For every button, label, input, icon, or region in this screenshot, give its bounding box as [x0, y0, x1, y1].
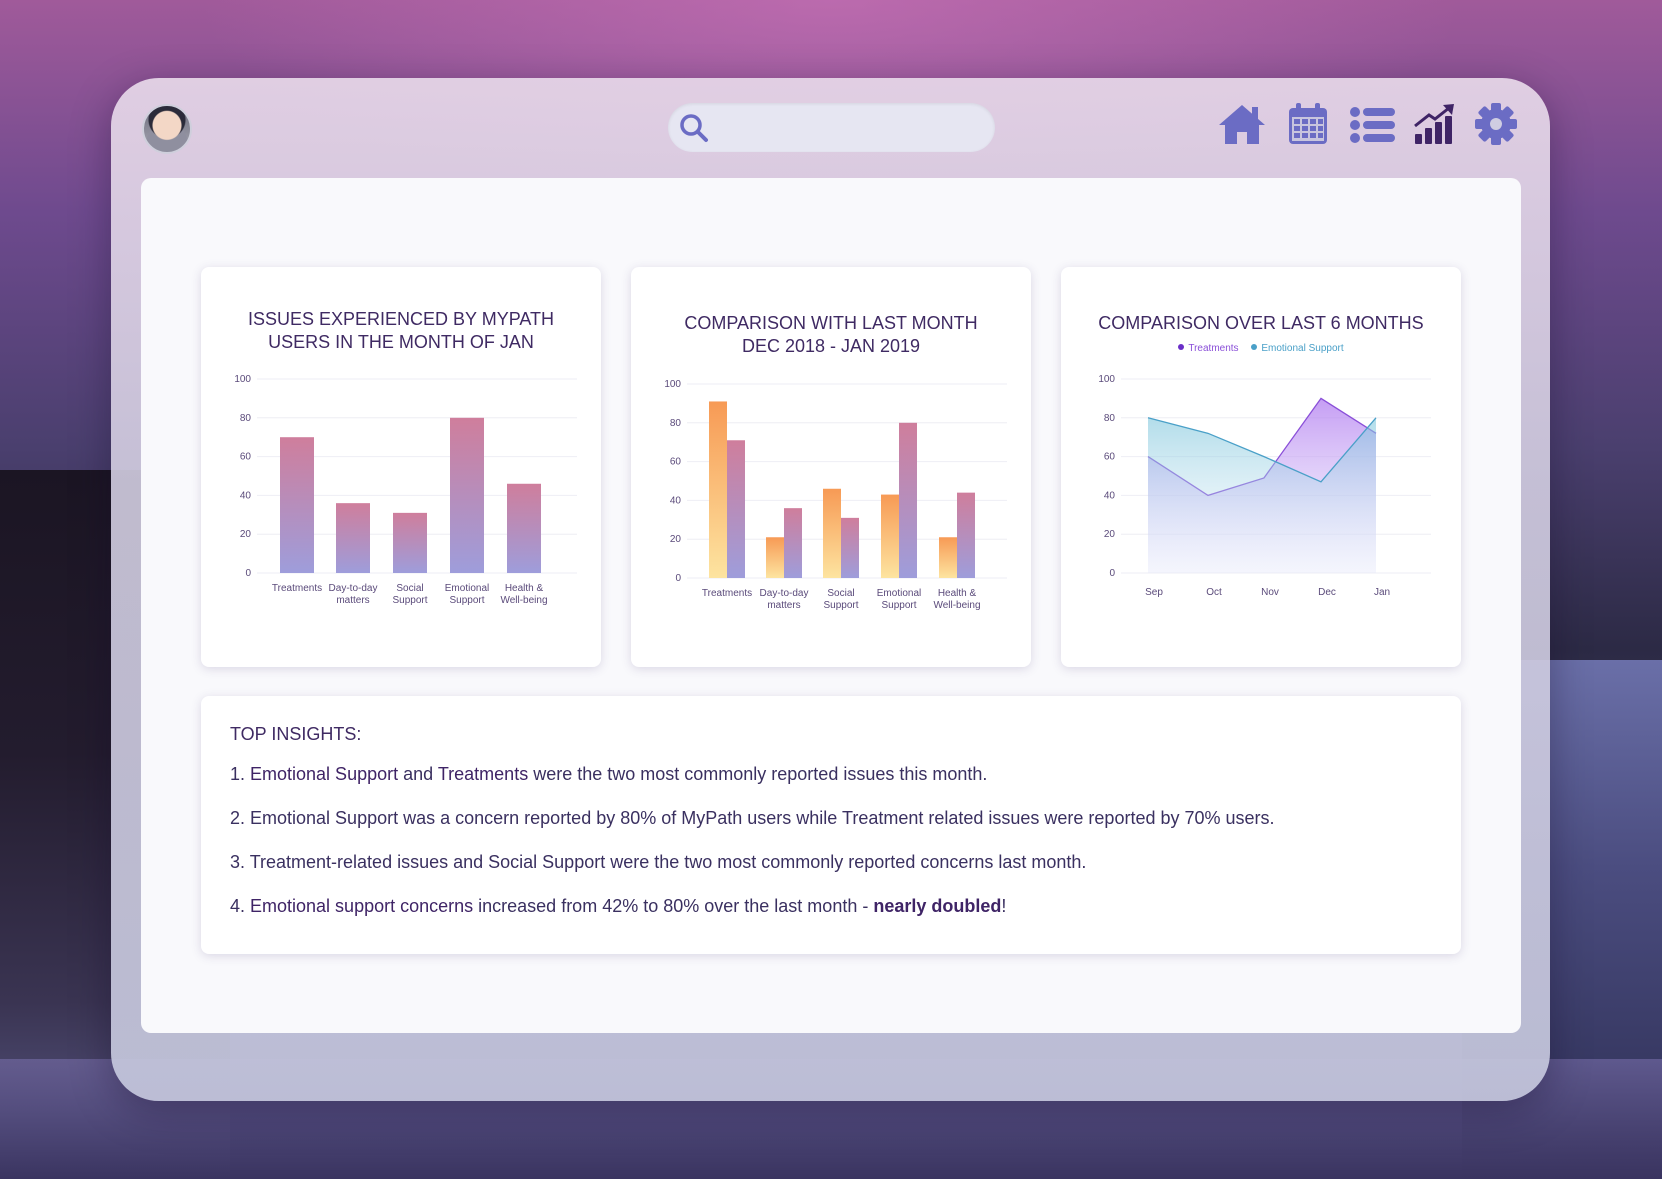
x-tick-label: Health & Well-being	[500, 583, 547, 606]
insight-item: 2. Emotional Support was a concern repor…	[230, 808, 1275, 828]
bar	[507, 483, 541, 573]
insight-text: were the two most commonly reported issu…	[528, 764, 988, 784]
chart-card-comparison-month: COMPARISON WITH LAST MONTH DEC 2018 - JA…	[631, 267, 1031, 667]
bar	[336, 503, 370, 573]
x-tick-label: Social Support	[392, 583, 427, 606]
chart-card-issues: ISSUES EXPERIENCED BY MYPATH USERS IN TH…	[201, 267, 601, 667]
x-tick-label: Nov	[1261, 587, 1279, 598]
bar	[709, 401, 727, 578]
y-tick-label: 40	[1104, 490, 1116, 501]
insight-highlight: Emotional support concerns	[250, 896, 474, 916]
y-tick-label: 20	[240, 529, 252, 540]
calendar-icon	[1289, 103, 1327, 144]
x-tick-label: Day-to-day matters	[329, 583, 378, 606]
nav-settings[interactable]	[1474, 102, 1518, 146]
bar	[450, 417, 484, 573]
nav-calendar[interactable]	[1287, 102, 1329, 146]
y-tick-label: 100	[664, 379, 681, 390]
x-tick-label: Oct	[1206, 587, 1222, 598]
insights-card: TOP INSIGHTS: 1. Emotional Support and T…	[201, 696, 1461, 954]
y-tick-label: 80	[1104, 413, 1116, 424]
y-tick-label: 60	[1104, 452, 1116, 463]
nav-list[interactable]	[1349, 102, 1397, 146]
search-icon	[680, 114, 708, 142]
x-tick-label: Emotional Support	[877, 588, 921, 611]
y-tick-label: 80	[670, 418, 682, 429]
insight-item: 4. Emotional support concerns increased …	[230, 896, 1006, 917]
insight-item: 1. Emotional Support and Treatments were…	[230, 764, 987, 785]
insight-number: 4.	[230, 896, 251, 916]
app-window: ISSUES EXPERIENCED BY MYPATH USERS IN TH…	[111, 78, 1550, 1101]
y-tick-label: 100	[1098, 374, 1115, 385]
y-tick-label: 40	[240, 490, 252, 501]
insight-text: and	[398, 764, 438, 784]
x-tick-label: Day-to-day matters	[760, 588, 809, 611]
bar-chart-issues: 0 20 40 60 80 100 Treatments Day-to-day matters S…	[234, 374, 577, 606]
insights-title: TOP INSIGHTS:	[230, 724, 362, 744]
x-tick-label: Treatments	[702, 588, 752, 599]
bar	[280, 437, 314, 573]
nav-analytics[interactable]	[1413, 102, 1457, 146]
y-tick-label: 0	[1109, 568, 1115, 579]
x-tick-label: Emotional Support	[445, 583, 489, 606]
area-chart-6-months: 0 20 40 60 80 100 Sep Oct Nov Dec Jan	[1098, 374, 1431, 598]
home-icon	[1219, 105, 1265, 144]
y-tick-label: 100	[234, 374, 251, 385]
x-tick-label: Treatments	[272, 583, 322, 594]
insight-emphasis: nearly doubled	[873, 896, 1002, 916]
bar	[957, 492, 975, 578]
y-tick-label: 60	[670, 457, 682, 468]
bar	[393, 512, 427, 573]
y-tick-label: 40	[670, 495, 682, 506]
y-tick-label: 0	[675, 573, 681, 584]
dashboard-content: ISSUES EXPERIENCED BY MYPATH USERS IN TH…	[141, 178, 1521, 1033]
x-tick-label: Health & Well-being	[933, 588, 980, 611]
avatar[interactable]	[142, 104, 192, 154]
chart-icon	[1414, 104, 1454, 144]
bar	[899, 422, 917, 578]
gear-icon	[1475, 103, 1517, 145]
x-tick-label: Social Support	[823, 588, 858, 611]
bar-chart-comparison: 0 20 40 60 80 100 Treatments Day-to-day matters S…	[664, 379, 1007, 611]
chart-card-comparison-6-months: COMPARISON OVER LAST 6 MONTHS Treatments…	[1061, 267, 1461, 667]
y-tick-label: 60	[240, 452, 252, 463]
bar	[784, 508, 802, 578]
x-tick-label: Sep	[1145, 587, 1163, 598]
insight-item: 3. Treatment-related issues and Social S…	[230, 852, 1087, 872]
bar	[823, 488, 841, 578]
y-tick-label: 0	[245, 568, 251, 579]
x-tick-label: Dec	[1318, 587, 1336, 598]
search-bar[interactable]	[668, 103, 995, 152]
list-icon	[1350, 107, 1395, 143]
y-tick-label: 80	[240, 413, 252, 424]
insight-highlight: Treatments	[437, 764, 529, 784]
insight-number: 1.	[230, 764, 251, 784]
y-tick-label: 20	[1104, 529, 1116, 540]
nav-home[interactable]	[1217, 102, 1267, 146]
bar	[841, 517, 859, 578]
bar	[881, 494, 899, 578]
insight-highlight: Emotional Support	[250, 764, 399, 784]
y-tick-label: 20	[670, 534, 682, 545]
bar	[727, 440, 745, 578]
x-tick-label: Jan	[1374, 587, 1390, 598]
bar	[766, 537, 784, 578]
search-input[interactable]	[718, 111, 978, 143]
bar	[939, 537, 957, 578]
insight-text: !	[1001, 896, 1007, 916]
insight-text: increased from 42% to 80% over the last …	[473, 896, 874, 916]
